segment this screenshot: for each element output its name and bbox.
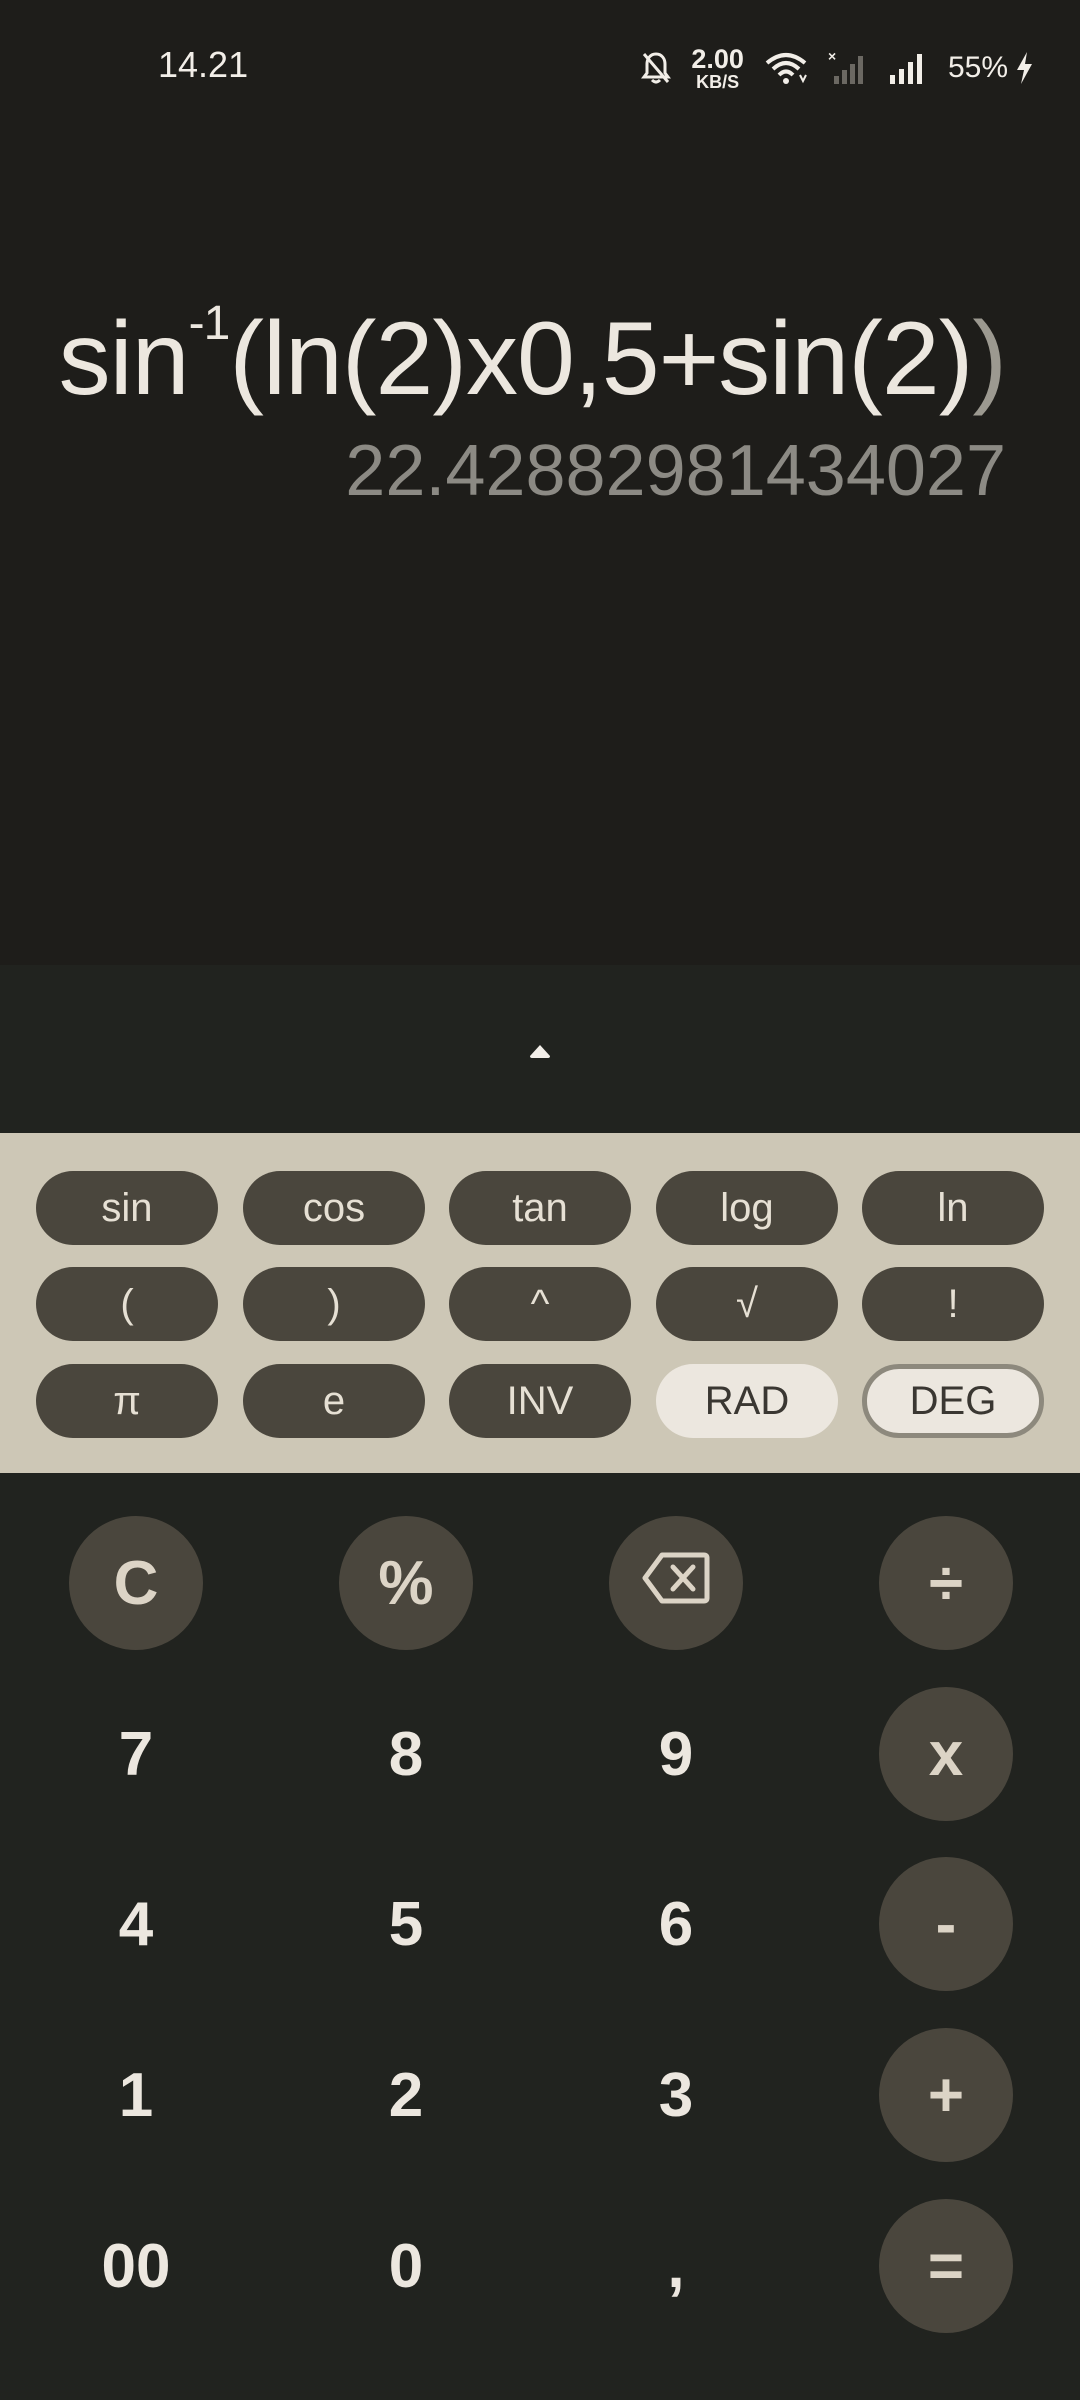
expression-function: sin (58, 301, 190, 417)
network-rate: 2.00 KB/S (691, 43, 744, 92)
clear-button[interactable]: C (69, 1516, 203, 1650)
expression-text[interactable]: sin-1(ln(2)x0,5+sin(2)) (58, 297, 1007, 419)
digit-7-button[interactable]: 7 (69, 1687, 203, 1821)
double-zero-button[interactable]: 00 (69, 2199, 203, 2333)
close-paren-button[interactable]: ) (243, 1267, 425, 1341)
expression-superscript: -1 (188, 297, 231, 350)
wifi-icon (764, 51, 808, 85)
power-button[interactable]: ^ (449, 1267, 631, 1341)
divide-button[interactable]: ÷ (879, 1516, 1013, 1650)
chevron-up-icon[interactable] (528, 1043, 552, 1064)
backspace-button[interactable] (609, 1516, 743, 1650)
inv-button[interactable]: INV (449, 1364, 631, 1438)
digit-0-button[interactable]: 0 (339, 2199, 473, 2333)
digit-5-button[interactable]: 5 (339, 1857, 473, 1991)
expression-tail: ) (972, 301, 1007, 417)
calculator-display: sin-1(ln(2)x0,5+sin(2)) 22.4288298143402… (0, 140, 1080, 965)
signal-sim2-icon (888, 51, 928, 85)
digit-1-button[interactable]: 1 (69, 2028, 203, 2162)
digit-2-button[interactable]: 2 (339, 2028, 473, 2162)
digit-4-button[interactable]: 4 (69, 1857, 203, 1991)
charging-icon (1014, 51, 1034, 85)
equals-button[interactable]: = (879, 2199, 1013, 2333)
log-button[interactable]: log (656, 1171, 838, 1245)
cos-button[interactable]: cos (243, 1171, 425, 1245)
minus-button[interactable]: - (879, 1857, 1013, 1991)
deg-button[interactable]: DEG (862, 1364, 1044, 1438)
ln-button[interactable]: ln (862, 1171, 1044, 1245)
keypad: C % ÷ 7 8 9 x 4 5 6 - 1 2 3 + 00 0 , = (0, 1473, 1080, 2400)
digit-8-button[interactable]: 8 (339, 1687, 473, 1821)
digit-6-button[interactable]: 6 (609, 1857, 743, 1991)
result-preview: 22.42882981434027 (345, 431, 1006, 511)
percent-button[interactable]: % (339, 1516, 473, 1650)
sin-button[interactable]: sin (36, 1171, 218, 1245)
scientific-panel: sin cos tan log ln ( ) ^ √ ! π e INV RAD… (0, 1133, 1080, 1473)
status-bar: 14.21 2.00 KB/S × 55% (0, 0, 1080, 140)
open-paren-button[interactable]: ( (36, 1267, 218, 1341)
status-time: 14.21 (158, 44, 249, 85)
expression-body: (ln(2)x0,5+sin(2) (229, 301, 973, 417)
tan-button[interactable]: tan (449, 1171, 631, 1245)
backspace-icon (642, 1548, 710, 1619)
digit-3-button[interactable]: 3 (609, 2028, 743, 2162)
bell-off-icon (641, 51, 672, 85)
signal-sim1-no-service-icon: × (828, 50, 868, 86)
battery-percent: 55% (947, 51, 1008, 84)
digit-9-button[interactable]: 9 (609, 1687, 743, 1821)
plus-button[interactable]: + (879, 2028, 1013, 2162)
sqrt-button[interactable]: √ (656, 1267, 838, 1341)
e-button[interactable]: e (243, 1364, 425, 1438)
svg-text:×: × (828, 50, 836, 64)
status-icons: 2.00 KB/S × 55% (641, 43, 1034, 92)
decimal-comma-button[interactable]: , (609, 2199, 743, 2333)
rad-button[interactable]: RAD (656, 1364, 838, 1438)
factorial-button[interactable]: ! (862, 1267, 1044, 1341)
multiply-button[interactable]: x (879, 1687, 1013, 1821)
pi-button[interactable]: π (36, 1364, 218, 1438)
